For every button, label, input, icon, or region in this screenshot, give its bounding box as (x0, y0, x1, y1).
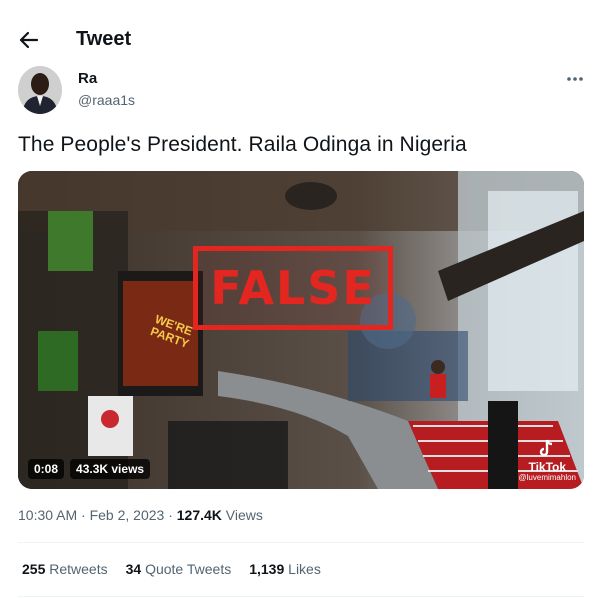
page-title: Tweet (76, 28, 132, 50)
quote-tweets-count: 34 (125, 561, 142, 577)
video-duration: 0:08 (28, 459, 65, 479)
retweets-stat[interactable]: 255 Retweets (22, 561, 108, 577)
divider (18, 596, 584, 597)
likes-label: Likes (288, 561, 321, 577)
tweet-text: The People's President. Raila Odinga in … (18, 133, 467, 156)
tiktok-icon (540, 439, 553, 457)
likes-stat[interactable]: 1,139 Likes (249, 561, 321, 577)
retweets-count: 255 (22, 561, 46, 577)
tiktok-watermark: TikTok @luvemimahlon (519, 438, 576, 483)
false-stamp: FALSE (193, 246, 393, 330)
author-name[interactable]: Ra (78, 70, 97, 87)
author-handle[interactable]: @raaa1s (78, 92, 135, 108)
false-stamp-text: FALSE (210, 261, 376, 315)
more-horizontal-icon (567, 77, 583, 81)
avatar[interactable] (18, 66, 62, 114)
quote-tweets-stat[interactable]: 34 Quote Tweets (126, 561, 232, 577)
video-info-badges: 0:08 43.3K views (28, 459, 151, 479)
video-frame (18, 171, 584, 489)
tweet-video[interactable]: WE'RE PARTY FALSE 0:08 43.3K views TikTo… (18, 171, 584, 489)
engagement-stats: 255 Retweets 34 Quote Tweets 1,139 Likes (22, 561, 321, 577)
back-button[interactable] (16, 28, 42, 52)
more-options-button[interactable] (562, 70, 588, 88)
tiktok-username: @luvemimahlon (518, 473, 576, 483)
tweet-metadata: 10:30 AM · Feb 2, 2023 · 127.4K Views (18, 507, 263, 523)
tweet-header: Tweet (0, 0, 607, 78)
views-label: Views (221, 507, 263, 523)
quote-tweets-label: Quote Tweets (145, 561, 232, 577)
retweets-label: Retweets (49, 561, 108, 577)
likes-count: 1,139 (249, 561, 285, 577)
tweet-timestamp[interactable]: 10:30 AM · Feb 2, 2023 · (18, 507, 177, 523)
views-count: 127.4K (176, 507, 222, 523)
arrow-left-icon (19, 31, 39, 49)
video-view-count: 43.3K views (70, 459, 151, 479)
divider (18, 542, 584, 543)
